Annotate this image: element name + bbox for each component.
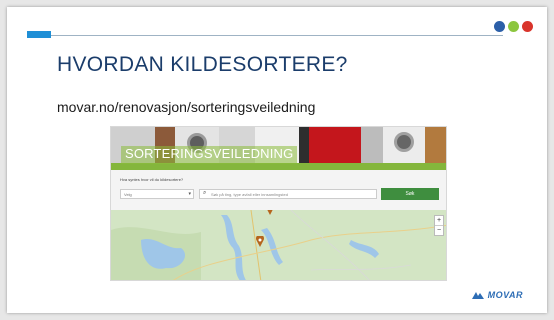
search-input[interactable]: ⌕ Søk på ting, type avfall eller innsaml… [199,189,377,199]
banner-image: SORTERINGSVEILEDNING [111,127,446,170]
search-button[interactable]: Søk [381,188,439,200]
municipality-select[interactable]: Velg ▾ [120,189,194,199]
movar-logo: MOVAR [471,290,523,300]
header-accent-block [27,31,51,38]
green-logo-icon [508,21,519,32]
search-placeholder: Søk på ting, type avfall eller innsamlin… [211,192,288,197]
header-logos [494,21,533,32]
map-view[interactable]: + − [111,210,446,280]
banner-green-strip [111,163,446,170]
movar-logo-text: MOVAR [487,290,523,300]
chevron-down-icon: ▾ [188,191,191,197]
slide-header-bar [27,31,527,38]
presentation-slide: HVORDAN KILDESORTERE? movar.no/renovasjo… [7,7,547,313]
header-divider [51,35,503,36]
map-pin-icon[interactable] [256,236,264,247]
embedded-webpage-screenshot: SORTERINGSVEILEDNING Hva syntes hvor vil… [110,126,447,281]
municipality-select-value: Velg [124,192,132,197]
search-question-label: Hva syntes hvor vil du kildesortere? [120,177,184,182]
search-icon: ⌕ [203,190,207,196]
zoom-in-button[interactable]: + [435,216,443,225]
map-pin-icon[interactable] [266,210,274,215]
slide-title: HVORDAN KILDESORTERE? [57,53,348,76]
zoom-out-button[interactable]: − [435,225,443,235]
search-form: Hva syntes hvor vil du kildesortere? Vel… [111,170,446,210]
blue-logo-icon [494,21,505,32]
slide-url[interactable]: movar.no/renovasjon/sorteringsveiledning [57,99,315,115]
map-zoom-controls: + − [434,215,444,236]
banner-title: SORTERINGSVEILEDNING [121,146,298,164]
map-graphic [111,210,446,280]
movar-logo-icon [471,291,484,299]
red-logo-icon [522,21,533,32]
